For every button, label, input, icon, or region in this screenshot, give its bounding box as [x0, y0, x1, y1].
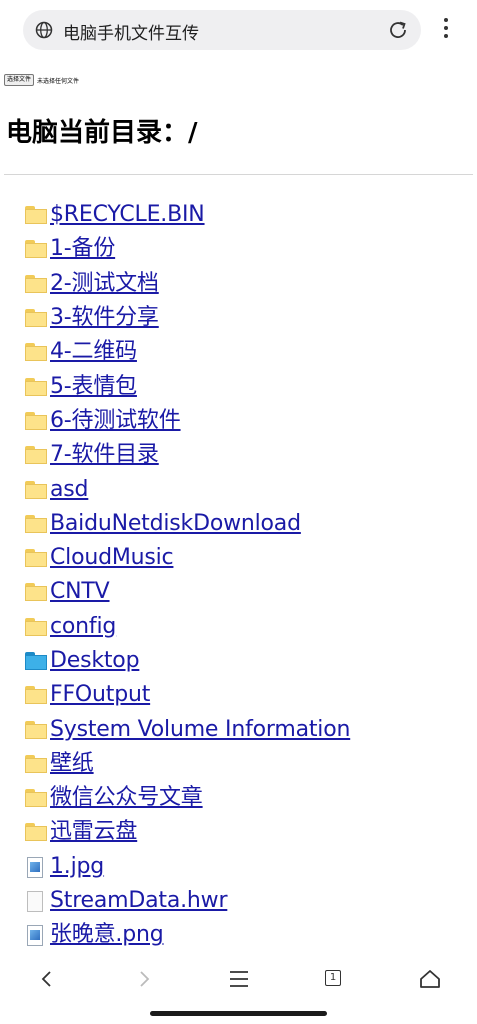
menu-icon[interactable]: [227, 967, 251, 991]
folder-icon: [24, 581, 48, 603]
entry-link[interactable]: FFOutput: [50, 682, 150, 708]
entry-link[interactable]: $RECYCLE.BIN: [50, 202, 205, 228]
folder-icon: [24, 341, 48, 363]
folder-icon: [24, 376, 48, 398]
forward-icon[interactable]: [132, 967, 156, 991]
list-item: 6-待测试软件: [24, 404, 464, 438]
entry-link[interactable]: 1.jpg: [50, 854, 104, 880]
entry-link[interactable]: 1-备份: [50, 236, 115, 262]
folder-icon: [24, 307, 48, 329]
image-file-icon: [24, 924, 48, 947]
list-item: System Volume Information: [24, 712, 464, 746]
entry-link[interactable]: 5-表情包: [50, 374, 137, 400]
folder-icon: [24, 410, 48, 432]
list-item: Desktop: [24, 644, 464, 678]
entry-link[interactable]: System Volume Information: [50, 717, 350, 743]
more-menu-icon[interactable]: [436, 18, 456, 42]
entry-link[interactable]: CloudMusic: [50, 545, 174, 571]
folder-icon: [24, 513, 48, 535]
reload-icon[interactable]: [387, 19, 409, 41]
browser-bottom-nav: 1: [0, 955, 477, 1003]
list-item: 2-测试文档: [24, 267, 464, 301]
folder-icon: [24, 650, 48, 672]
list-item: 7-软件目录: [24, 438, 464, 472]
folder-icon: [24, 479, 48, 501]
folder-icon: [24, 753, 48, 775]
entry-link[interactable]: 迅雷云盘: [50, 819, 137, 845]
browser-top-bar: 电脑手机文件互传: [0, 0, 477, 62]
page-title: 电脑当前目录：/: [6, 118, 198, 148]
list-item: 4-二维码: [24, 335, 464, 369]
list-item: CNTV: [24, 575, 464, 609]
tabs-button[interactable]: 1: [322, 967, 346, 991]
address-bar[interactable]: 电脑手机文件互传: [23, 10, 421, 50]
list-item: 3-软件分享: [24, 301, 464, 335]
list-item: asd: [24, 472, 464, 506]
gesture-bar[interactable]: [150, 1011, 327, 1016]
entry-link[interactable]: 微信公众号文章: [50, 785, 203, 811]
list-item: 5-表情包: [24, 369, 464, 403]
back-icon[interactable]: [35, 967, 59, 991]
list-item: 1.jpg: [24, 850, 464, 884]
entry-link[interactable]: 壁纸: [50, 751, 94, 777]
home-icon[interactable]: [418, 967, 442, 991]
entry-link[interactable]: 3-软件分享: [50, 305, 159, 331]
list-item: 1-备份: [24, 232, 464, 266]
entry-link[interactable]: 2-测试文档: [50, 271, 159, 297]
image-file-icon: [24, 856, 48, 878]
folder-icon: [24, 719, 48, 741]
tab-count: 1: [325, 970, 341, 986]
entry-link[interactable]: 4-二维码: [50, 339, 137, 365]
file-icon: [24, 890, 48, 913]
folder-icon: [24, 684, 48, 706]
entry-link[interactable]: 7-软件目录: [50, 442, 159, 468]
entry-link[interactable]: BaiduNetdiskDownload: [50, 511, 301, 537]
divider: [4, 174, 473, 175]
list-item: 壁纸: [24, 747, 464, 781]
list-item: 张晚意.png: [24, 918, 464, 952]
list-item: FFOutput: [24, 678, 464, 712]
no-file-chosen-text: 未选择任何文件: [37, 77, 80, 85]
list-item: config: [24, 610, 464, 644]
folder-icon: [24, 547, 48, 569]
list-item: 迅雷云盘: [24, 815, 464, 849]
list-item: $RECYCLE.BIN: [24, 198, 464, 232]
folder-icon: [24, 821, 48, 843]
entry-link[interactable]: CNTV: [50, 579, 110, 605]
entry-link[interactable]: StreamData.hwr: [50, 888, 228, 914]
list-item: 微信公众号文章: [24, 781, 464, 815]
folder-icon: [24, 787, 48, 809]
list-item: CloudMusic: [24, 541, 464, 575]
entry-link[interactable]: 6-待测试软件: [50, 408, 181, 434]
folder-icon: [24, 204, 48, 226]
list-item: StreamData.hwr: [24, 884, 464, 918]
entry-link[interactable]: asd: [50, 477, 89, 503]
entry-link[interactable]: Desktop: [50, 648, 140, 674]
entry-link[interactable]: config: [50, 614, 116, 640]
folder-icon: [24, 444, 48, 466]
list-item: BaiduNetdiskDownload: [24, 507, 464, 541]
page-title-in-address-bar: 电脑手机文件互传: [63, 24, 199, 44]
choose-file-button[interactable]: 选择文件: [4, 74, 35, 86]
directory-list: $RECYCLE.BIN 1-备份 2-测试文档 3-软件分享 4-二维码 5-表情包 6-…: [24, 198, 464, 953]
file-upload-row: 选择文件 未选择任何文件: [4, 73, 79, 87]
folder-icon: [24, 616, 48, 638]
folder-icon: [24, 273, 48, 295]
entry-link[interactable]: 张晚意.png: [50, 922, 164, 948]
folder-icon: [24, 238, 48, 260]
globe-icon: [35, 21, 53, 39]
